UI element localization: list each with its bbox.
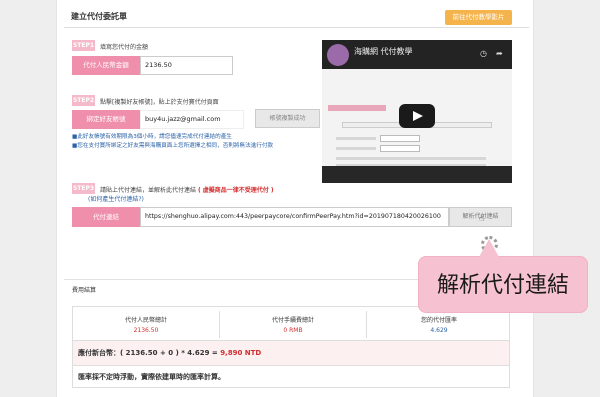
step1-badge: STEP1 (72, 40, 95, 51)
mouse-cursor-icon: ☝ (479, 214, 485, 224)
step3-description-text: 請貼上代付連結，並解析此代付連結 (100, 187, 197, 194)
video-frame-banner (328, 105, 386, 111)
summary-cny-head: 代付人民幣總計 (124, 317, 167, 324)
rate-note: 匯率採不定時浮動，實際依建單時的匯率計算。 (72, 366, 510, 388)
title-divider (64, 27, 529, 28)
pay-link-input[interactable]: https://shenghuo.alipay.com:443/peerpayc… (140, 207, 449, 227)
video-frame-row (336, 147, 376, 150)
clock-icon: ◷ (480, 49, 487, 58)
friend-account-label: 綁定好友帳號 (72, 110, 140, 129)
share-icon[interactable]: ➦ (496, 49, 503, 58)
parse-link-callout: 解析代付連結 (418, 239, 588, 313)
friend-account-field[interactable]: buy4u.jazz@gmail.com (140, 110, 244, 129)
page-title: 建立代付委託單 (71, 12, 127, 21)
step2-badge: STEP2 (72, 95, 95, 106)
video-controls[interactable] (322, 166, 512, 183)
video-frame-field (380, 145, 420, 152)
channel-avatar (327, 44, 349, 66)
amount-label: 代付人民幣金額 (72, 56, 140, 75)
summary-cny-cell: 代付人民幣總計 2136.50 (73, 307, 219, 342)
play-icon[interactable] (399, 104, 435, 128)
summary-title: 費用結算 (72, 287, 97, 294)
tutorial-video-button[interactable]: 前往代付教學影片 (445, 10, 512, 25)
tutorial-video-player[interactable]: 海購網 代付教學 ◷ ➦ (322, 40, 512, 183)
amount-input[interactable]: 2136.50 (140, 56, 233, 75)
pay-link-label: 代付連結 (72, 207, 140, 227)
video-frame-row (336, 137, 376, 140)
help-link[interactable]: (如何產生代付連結?) (88, 195, 144, 204)
account-note-1: ■此好友帳號有效期限為3個小時，請您儘速完成代付連結的產生 (72, 134, 232, 140)
summary-fee-cell: 代付手續費總計 0 RMB (220, 307, 366, 342)
step1-description: 填寫您代付的金額 (100, 44, 149, 51)
video-header: 海購網 代付教學 ◷ ➦ (322, 40, 512, 69)
summary-rate-head: 您的代付匯率 (420, 317, 457, 324)
summary-fee-value: 0 RMB (283, 327, 303, 334)
video-title: 海購網 代付教學 (354, 47, 413, 56)
summary-fee-head: 代付手續費總計 (271, 317, 314, 324)
step3-badge: STEP3 (72, 183, 95, 194)
payable-total: 9,890 NTD (220, 349, 262, 357)
copy-account-button[interactable]: 帳號複製成功 (255, 109, 320, 128)
step3-warning: ( 虛擬商品一律不受理代付 ) (197, 187, 274, 194)
step2-description: 點擊[複製好友帳號]，貼上於支付寶代付頁面 (100, 99, 219, 106)
step3-description: 請貼上代付連結，並解析此代付連結 ( 虛擬商品一律不受理代付 ) (100, 185, 274, 194)
video-frame-row (336, 157, 486, 160)
video-frame-field (380, 135, 420, 142)
account-note-2: ■您在支付寶所綁定之好友需與海購頁面上您所選擇之相同，否則將無法進行付款 (72, 143, 274, 149)
summary-rate-value: 4.629 (430, 327, 448, 334)
payable-total-row: 應付新台幣：( 2136.50 + 0 ) * 4.629 = 9,890 NT… (72, 341, 510, 366)
summary-cny-value: 2136.50 (133, 327, 159, 334)
payable-formula: 應付新台幣：( 2136.50 + 0 ) * 4.629 = (78, 349, 221, 357)
